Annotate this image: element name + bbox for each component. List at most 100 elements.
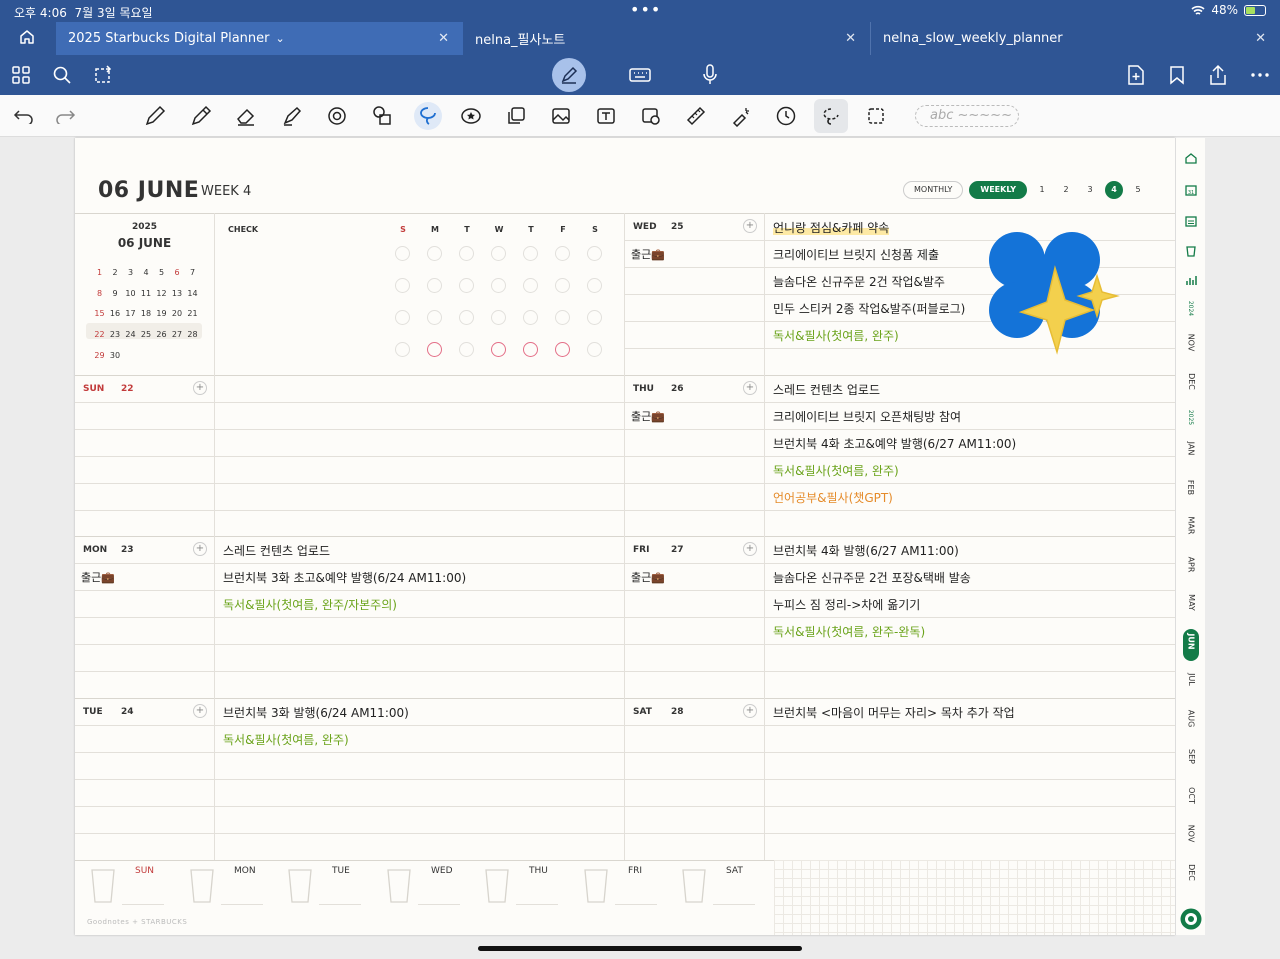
mini-calendar-week[interactable]: 8 9 10 11 12 13 14	[92, 286, 203, 302]
home-indicator[interactable]	[478, 946, 802, 951]
weekly-icon[interactable]	[1184, 214, 1198, 228]
home-button[interactable]	[18, 28, 36, 50]
habit-check-circle[interactable]	[459, 278, 474, 293]
multitask-dots[interactable]: •••	[630, 0, 661, 19]
mini-calendar-day[interactable]: 24	[123, 330, 138, 339]
note-grid[interactable]	[774, 860, 1175, 935]
mini-calendar-day[interactable]: 9	[108, 289, 123, 298]
bookmark-icon[interactable]	[1165, 63, 1189, 87]
habit-check-circle[interactable]	[555, 246, 570, 261]
month-tab-jan[interactable]: JAN	[1176, 442, 1206, 456]
habit-check-circle[interactable]	[523, 278, 538, 293]
select-icon[interactable]	[864, 104, 888, 128]
add-task-button[interactable]: +	[193, 704, 207, 718]
habit-check-circle[interactable]	[555, 342, 570, 357]
task-item[interactable]: 독서&필사(첫여름, 완주)	[223, 731, 349, 748]
copy-icon[interactable]	[504, 104, 528, 128]
month-tab-dec[interactable]: DEC	[1176, 864, 1206, 881]
task-item[interactable]: 민두 스티커 2종 작업&발주(퍼블로그)	[773, 300, 965, 317]
highlighter-icon[interactable]	[280, 104, 304, 128]
mini-calendar-day[interactable]: 17	[123, 309, 138, 318]
laser-icon[interactable]	[729, 104, 753, 128]
more-icon[interactable]	[1248, 63, 1272, 87]
mini-calendar-day[interactable]: 14	[185, 289, 200, 298]
ruler-icon[interactable]	[684, 104, 708, 128]
mini-calendar-day[interactable]: 7	[185, 268, 200, 277]
close-icon[interactable]: ✕	[845, 31, 856, 46]
water-cup-icon[interactable]	[386, 868, 412, 903]
mini-calendar-day[interactable]: 22	[92, 330, 107, 339]
mini-calendar-day[interactable]: 1	[92, 268, 107, 277]
month-tab-dec[interactable]: DEC	[1176, 373, 1206, 390]
search-icon[interactable]	[50, 63, 74, 87]
task-item[interactable]: 누피스 짐 정리->차에 옮기기	[773, 596, 920, 613]
water-cup-icon[interactable]	[90, 868, 116, 903]
week-3-button[interactable]: 3	[1081, 181, 1099, 199]
water-cup-icon[interactable]	[484, 868, 510, 903]
lasso-rope-icon[interactable]	[414, 102, 442, 130]
habit-check-circle[interactable]	[587, 310, 602, 325]
task-item[interactable]: 브런치북 <마음이 머무는 자리> 목차 추가 작업	[773, 704, 1015, 721]
month-tab-aug[interactable]: AUG	[1176, 709, 1206, 727]
mic-icon[interactable]	[698, 63, 722, 87]
habit-check-circle[interactable]	[427, 246, 442, 261]
week-5-button[interactable]: 5	[1129, 181, 1147, 199]
habit-check-circle[interactable]	[459, 246, 474, 261]
mini-calendar-day[interactable]: 29	[92, 351, 107, 360]
shape-icon[interactable]	[325, 104, 349, 128]
lasso-rotate-icon[interactable]	[91, 63, 115, 87]
task-item[interactable]: 브런치북 4화 초고&예약 발행(6/27 AM11:00)	[773, 435, 1016, 452]
mini-calendar-day[interactable]: 10	[123, 289, 138, 298]
habit-check-circle[interactable]	[523, 342, 538, 357]
image-icon[interactable]	[549, 104, 573, 128]
add-task-button[interactable]: +	[743, 219, 757, 233]
mini-calendar-day[interactable]: 6	[170, 268, 185, 277]
habit-check-circle[interactable]	[555, 310, 570, 325]
cup-icon[interactable]	[1184, 244, 1198, 258]
tab-starbucks-planner[interactable]: 2025 Starbucks Digital Planner ⌄ ✕	[56, 22, 463, 55]
habit-check-circle[interactable]	[491, 246, 506, 261]
month-tab-apr[interactable]: APR	[1176, 556, 1206, 572]
water-cup-icon[interactable]	[681, 868, 707, 903]
handwriting-to-text[interactable]: abc ~~~~~	[915, 105, 1019, 127]
close-icon[interactable]: ✕	[1255, 31, 1266, 46]
mini-calendar-day[interactable]: 18	[139, 309, 154, 318]
month-tab-nov[interactable]: NOV	[1176, 825, 1206, 843]
weekly-button[interactable]: WEEKLY	[969, 181, 1027, 199]
mini-calendar-day[interactable]: 3	[123, 268, 138, 277]
keyboard-icon[interactable]	[628, 63, 652, 87]
month-tab-feb[interactable]: FEB	[1176, 479, 1206, 494]
task-item[interactable]: 크리에이티브 브릿지 오픈채팅방 참여	[773, 408, 961, 425]
task-item[interactable]: 독서&필사(첫여름, 완주/자본주의)	[223, 596, 397, 613]
chevron-down-icon[interactable]: ⌄	[275, 32, 284, 45]
task-item[interactable]: 독서&필사(첫여름, 완주)	[773, 462, 899, 479]
mini-calendar-day[interactable]: 2	[108, 268, 123, 277]
habit-check-circle[interactable]	[555, 278, 570, 293]
sticker-icon[interactable]	[459, 104, 483, 128]
task-item[interactable]: 언니랑 점심&카페 약속	[773, 219, 890, 236]
habit-check-circle[interactable]	[427, 342, 442, 357]
elements-icon[interactable]	[370, 104, 394, 128]
undo-icon[interactable]	[12, 104, 36, 128]
monthly-button[interactable]: MONTHLY	[903, 181, 964, 199]
mini-calendar-day[interactable]: 12	[154, 289, 169, 298]
task-item[interactable]: 크리에이티브 브릿지 신청폼 제출	[773, 246, 939, 263]
mini-calendar-day[interactable]: 15	[92, 309, 107, 318]
calendar-icon[interactable]: 31	[1184, 183, 1198, 197]
textbox-icon[interactable]	[594, 104, 618, 128]
week-1-button[interactable]: 1	[1033, 181, 1051, 199]
habit-check-circle[interactable]	[395, 342, 410, 357]
task-item[interactable]: 스레드 컨텐츠 업로드	[223, 542, 330, 559]
mini-calendar-day[interactable]: 19	[154, 309, 169, 318]
habit-check-circle[interactable]	[491, 278, 506, 293]
month-tab-jun[interactable]: JUN	[1176, 633, 1206, 649]
home-icon[interactable]	[1184, 151, 1198, 165]
habit-check-circle[interactable]	[523, 310, 538, 325]
mini-calendar-day[interactable]: 23	[108, 330, 123, 339]
water-cup-icon[interactable]	[189, 868, 215, 903]
tab-slow-weekly[interactable]: nelna_slow_weekly_planner ✕	[870, 22, 1280, 55]
add-task-button[interactable]: +	[743, 381, 757, 395]
mini-calendar-day[interactable]: 8	[92, 289, 107, 298]
week-4-button[interactable]: 4	[1105, 181, 1123, 199]
habit-check-circle[interactable]	[491, 310, 506, 325]
